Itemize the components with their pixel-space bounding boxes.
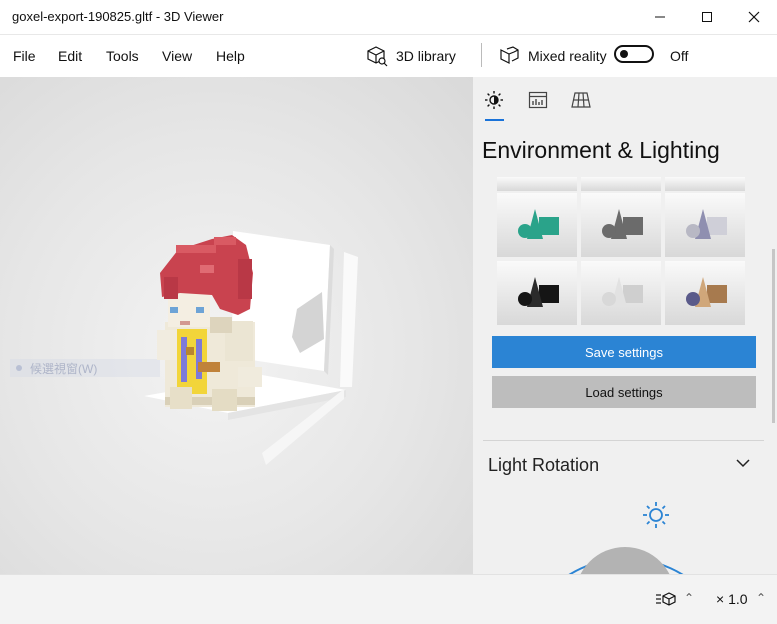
- menu-separator: [481, 43, 482, 67]
- panel-heading: Environment & Lighting: [482, 137, 720, 163]
- settings-panel: Environment & Lighting Save settings Loa…: [473, 77, 777, 574]
- tab-environment[interactable]: [481, 87, 507, 113]
- window-title: goxel-export-190825.gltf - 3D Viewer: [12, 9, 224, 24]
- mixed-reality-button[interactable]: Mixed reality: [498, 43, 607, 69]
- menu-bar: File Edit Tools View Help 3D library Mix…: [0, 35, 777, 77]
- load-settings-button[interactable]: Load settings: [492, 376, 756, 408]
- toggle-knob: [620, 50, 628, 58]
- menu-help[interactable]: Help: [216, 48, 245, 64]
- swatch-row-partial[interactable]: [581, 177, 661, 191]
- mixed-reality-label: Mixed reality: [528, 48, 607, 64]
- panel-scrollbar[interactable]: [772, 249, 775, 423]
- 3d-library-button[interactable]: 3D library: [366, 43, 456, 69]
- minimize-button[interactable]: [637, 0, 683, 34]
- lavender-shapes-icon: [686, 209, 727, 239]
- close-button[interactable]: [731, 0, 777, 34]
- bronze-shapes-icon: [686, 277, 727, 307]
- zoom-level: × 1.0: [716, 591, 748, 607]
- section-divider: [483, 440, 764, 441]
- menu-file[interactable]: File: [13, 48, 36, 64]
- light-rotation-dial[interactable]: [473, 497, 777, 574]
- menu-edit[interactable]: Edit: [58, 48, 82, 64]
- black-shapes-icon: [518, 277, 559, 307]
- save-settings-button[interactable]: Save settings: [492, 336, 756, 368]
- minimize-icon: [655, 16, 665, 18]
- swatch-white[interactable]: [581, 261, 661, 325]
- menu-view[interactable]: View: [162, 48, 192, 64]
- swatch-bronze[interactable]: [665, 261, 745, 325]
- swatch-black[interactable]: [497, 261, 577, 325]
- 3d-library-label: 3D library: [396, 48, 456, 64]
- sun-icon: [485, 91, 503, 109]
- mesh-grid-icon: [571, 92, 591, 108]
- chevron-down-icon[interactable]: [735, 457, 751, 469]
- light-rotation-label: Light Rotation: [488, 455, 600, 475]
- sun-handle-icon[interactable]: [641, 500, 671, 530]
- swatch-gray[interactable]: [581, 193, 661, 257]
- cube-list-icon[interactable]: [655, 591, 677, 607]
- caret-up-icon[interactable]: ⌃: [684, 591, 694, 605]
- environment-swatch-grid: [497, 177, 747, 327]
- rotation-disc: [580, 547, 670, 574]
- teal-shapes-icon: [518, 209, 559, 239]
- caret-up-icon[interactable]: ⌃: [756, 591, 766, 605]
- stats-grid-icon: [528, 91, 548, 109]
- mixed-reality-icon: [500, 46, 519, 64]
- status-bar: ⌃ × 1.0 ⌃: [0, 574, 777, 624]
- close-icon: [748, 11, 760, 23]
- mixed-reality-toggle[interactable]: [614, 45, 654, 63]
- swatch-row-partial[interactable]: [497, 177, 577, 191]
- voxel-model[interactable]: [0, 77, 473, 574]
- maximize-button[interactable]: [684, 0, 730, 34]
- swatch-lavender[interactable]: [665, 193, 745, 257]
- 3d-viewport[interactable]: 候選視窗(W): [0, 77, 473, 574]
- gray-shapes-icon: [602, 209, 643, 239]
- tab-stats[interactable]: [525, 87, 551, 113]
- menu-tools[interactable]: Tools: [106, 48, 139, 64]
- toggle-state-label: Off: [670, 48, 689, 64]
- maximize-icon: [702, 12, 712, 22]
- active-tab-indicator: [485, 119, 504, 121]
- cube-search-icon: [367, 46, 388, 67]
- white-shapes-icon: [602, 277, 643, 307]
- swatch-teal[interactable]: [497, 193, 577, 257]
- tab-mesh[interactable]: [568, 87, 594, 113]
- swatch-row-partial[interactable]: [665, 177, 745, 191]
- title-bar: goxel-export-190825.gltf - 3D Viewer: [0, 0, 777, 35]
